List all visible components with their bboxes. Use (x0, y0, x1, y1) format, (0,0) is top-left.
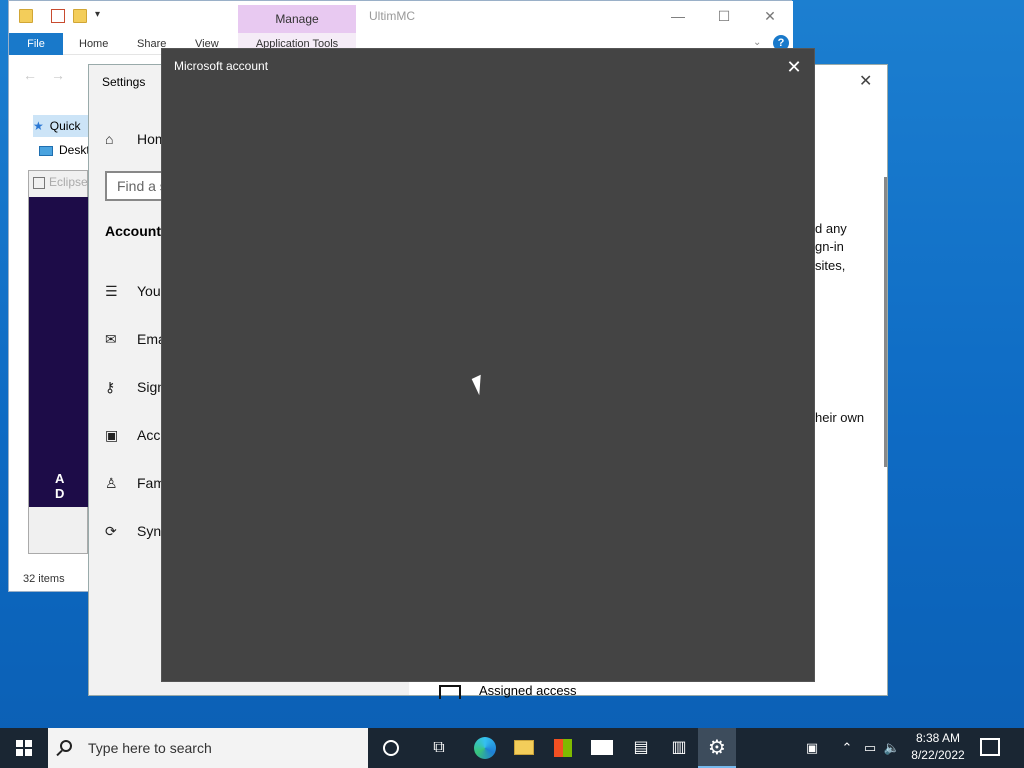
sidebar-item-sign-in[interactable]: ⚷ Sign (105, 375, 165, 399)
file-explorer-button[interactable] (505, 728, 543, 768)
dialog-title: Microsoft account (174, 59, 269, 73)
briefcase-icon: ▣ (105, 427, 119, 443)
section-heading: Accounts (105, 223, 169, 239)
edge-button[interactable] (466, 728, 504, 768)
network-icon[interactable]: ▭ (860, 728, 880, 768)
person-list-icon: ☰ (105, 283, 118, 299)
star-icon: ★ (33, 119, 44, 133)
home-icon: ⌂ (105, 131, 114, 147)
folder-icon (514, 740, 534, 756)
clock-time: 8:38 AM (915, 731, 961, 745)
volume-muted-icon[interactable]: 🔈 (882, 728, 902, 768)
window-title: UltimMC (369, 9, 415, 23)
close-button[interactable]: ✕ (747, 5, 793, 27)
content-fragment: d any (815, 221, 847, 236)
news-icon[interactable]: ▣ (798, 728, 826, 768)
system-clock[interactable]: 8:38 AM 8/22/2022 (906, 730, 970, 764)
forward-arrow-icon[interactable]: → (51, 67, 65, 83)
eclipse-title: Eclipse (33, 175, 89, 189)
tab-home[interactable]: Home (79, 33, 108, 55)
maximize-button[interactable]: ☐ (701, 5, 747, 27)
manage-tab[interactable]: Manage (238, 5, 356, 33)
task-view-button[interactable]: ⧉ (420, 728, 458, 768)
add-person-icon: ♙ (105, 475, 118, 491)
content-fragment: heir own (815, 410, 865, 425)
app-button-1[interactable]: ▤ (622, 728, 660, 768)
start-button[interactable] (0, 728, 48, 768)
key-icon: ⚷ (105, 379, 116, 395)
notification-icon[interactable] (980, 738, 1000, 756)
cortana-icon (383, 739, 399, 756)
cortana-button[interactable] (372, 728, 410, 768)
settings-close-icon[interactable]: ✕ (859, 71, 872, 91)
status-item-count: 32 items (23, 573, 65, 585)
minimize-button[interactable]: — (655, 5, 701, 27)
microsoft-account-dialog: Microsoft account ✕ (161, 48, 815, 682)
sidebar-item-sync[interactable]: ⟳ Sync (105, 519, 168, 543)
taskbar-search-input[interactable]: Type here to search (48, 728, 368, 768)
app-icon: ▤ (633, 739, 649, 756)
windows-logo-icon (16, 740, 32, 756)
nav-desktop[interactable]: Deskt (39, 139, 90, 161)
assigned-access-icon (439, 685, 461, 699)
sidebar-item-access-work[interactable]: ▣ Acce (105, 423, 168, 447)
app-icon: ▥ (671, 739, 687, 756)
chevron-up-icon[interactable]: ⌃ (838, 728, 856, 768)
content-fragment: sites, (815, 258, 846, 273)
nav-quick-access[interactable]: ★ Quick (33, 115, 95, 137)
back-arrow-icon[interactable]: ← (23, 67, 37, 83)
splash-text: A D (55, 471, 69, 501)
expand-ribbon-icon[interactable]: ⌄ (753, 37, 761, 48)
settings-title: Settings (102, 75, 146, 89)
store-button[interactable] (544, 728, 582, 768)
mail-button[interactable] (583, 728, 621, 768)
eclipse-icon (33, 176, 45, 189)
new-folder-icon[interactable] (73, 9, 87, 23)
clock-date: 8/22/2022 (911, 748, 965, 762)
sidebar-item-email[interactable]: ✉ Ema (105, 327, 166, 351)
task-view-icon: ⧉ (433, 739, 445, 756)
app-button-2[interactable]: ▥ (660, 728, 698, 768)
folder-icon[interactable] (19, 9, 33, 23)
properties-icon[interactable] (51, 9, 65, 23)
sync-icon: ⟳ (105, 523, 117, 539)
mail-icon (591, 740, 613, 756)
tab-file[interactable]: File (9, 33, 63, 55)
dialog-close-button[interactable]: ✕ (782, 55, 806, 79)
sidebar-item-your-info[interactable]: ☰ Your (105, 279, 165, 303)
mail-icon: ✉ (105, 331, 117, 347)
eclipse-splash-image (29, 197, 89, 507)
sidebar-item-family[interactable]: ♙ Fam (105, 471, 165, 495)
eclipse-window[interactable]: Eclipse A D (28, 170, 89, 554)
content-fragment: gn-in (815, 239, 844, 254)
scrollbar[interactable] (884, 177, 887, 467)
desktop-icon (39, 145, 53, 156)
sidebar-item-home[interactable]: ⌂ Hom (105, 127, 167, 151)
search-icon (60, 740, 72, 752)
customize-qat-icon[interactable]: ▾ (95, 9, 100, 20)
settings-taskbar-button[interactable]: ⚙ (698, 728, 736, 768)
edge-icon (474, 736, 496, 759)
taskbar: Type here to search ⧉ ▤ ▥ ⚙ ▣ ⌃ ▭ 🔈 8:38… (0, 728, 1024, 768)
assigned-access-link[interactable]: Assigned access (479, 683, 577, 698)
store-icon (554, 738, 572, 757)
gear-icon: ⚙ (708, 737, 726, 759)
